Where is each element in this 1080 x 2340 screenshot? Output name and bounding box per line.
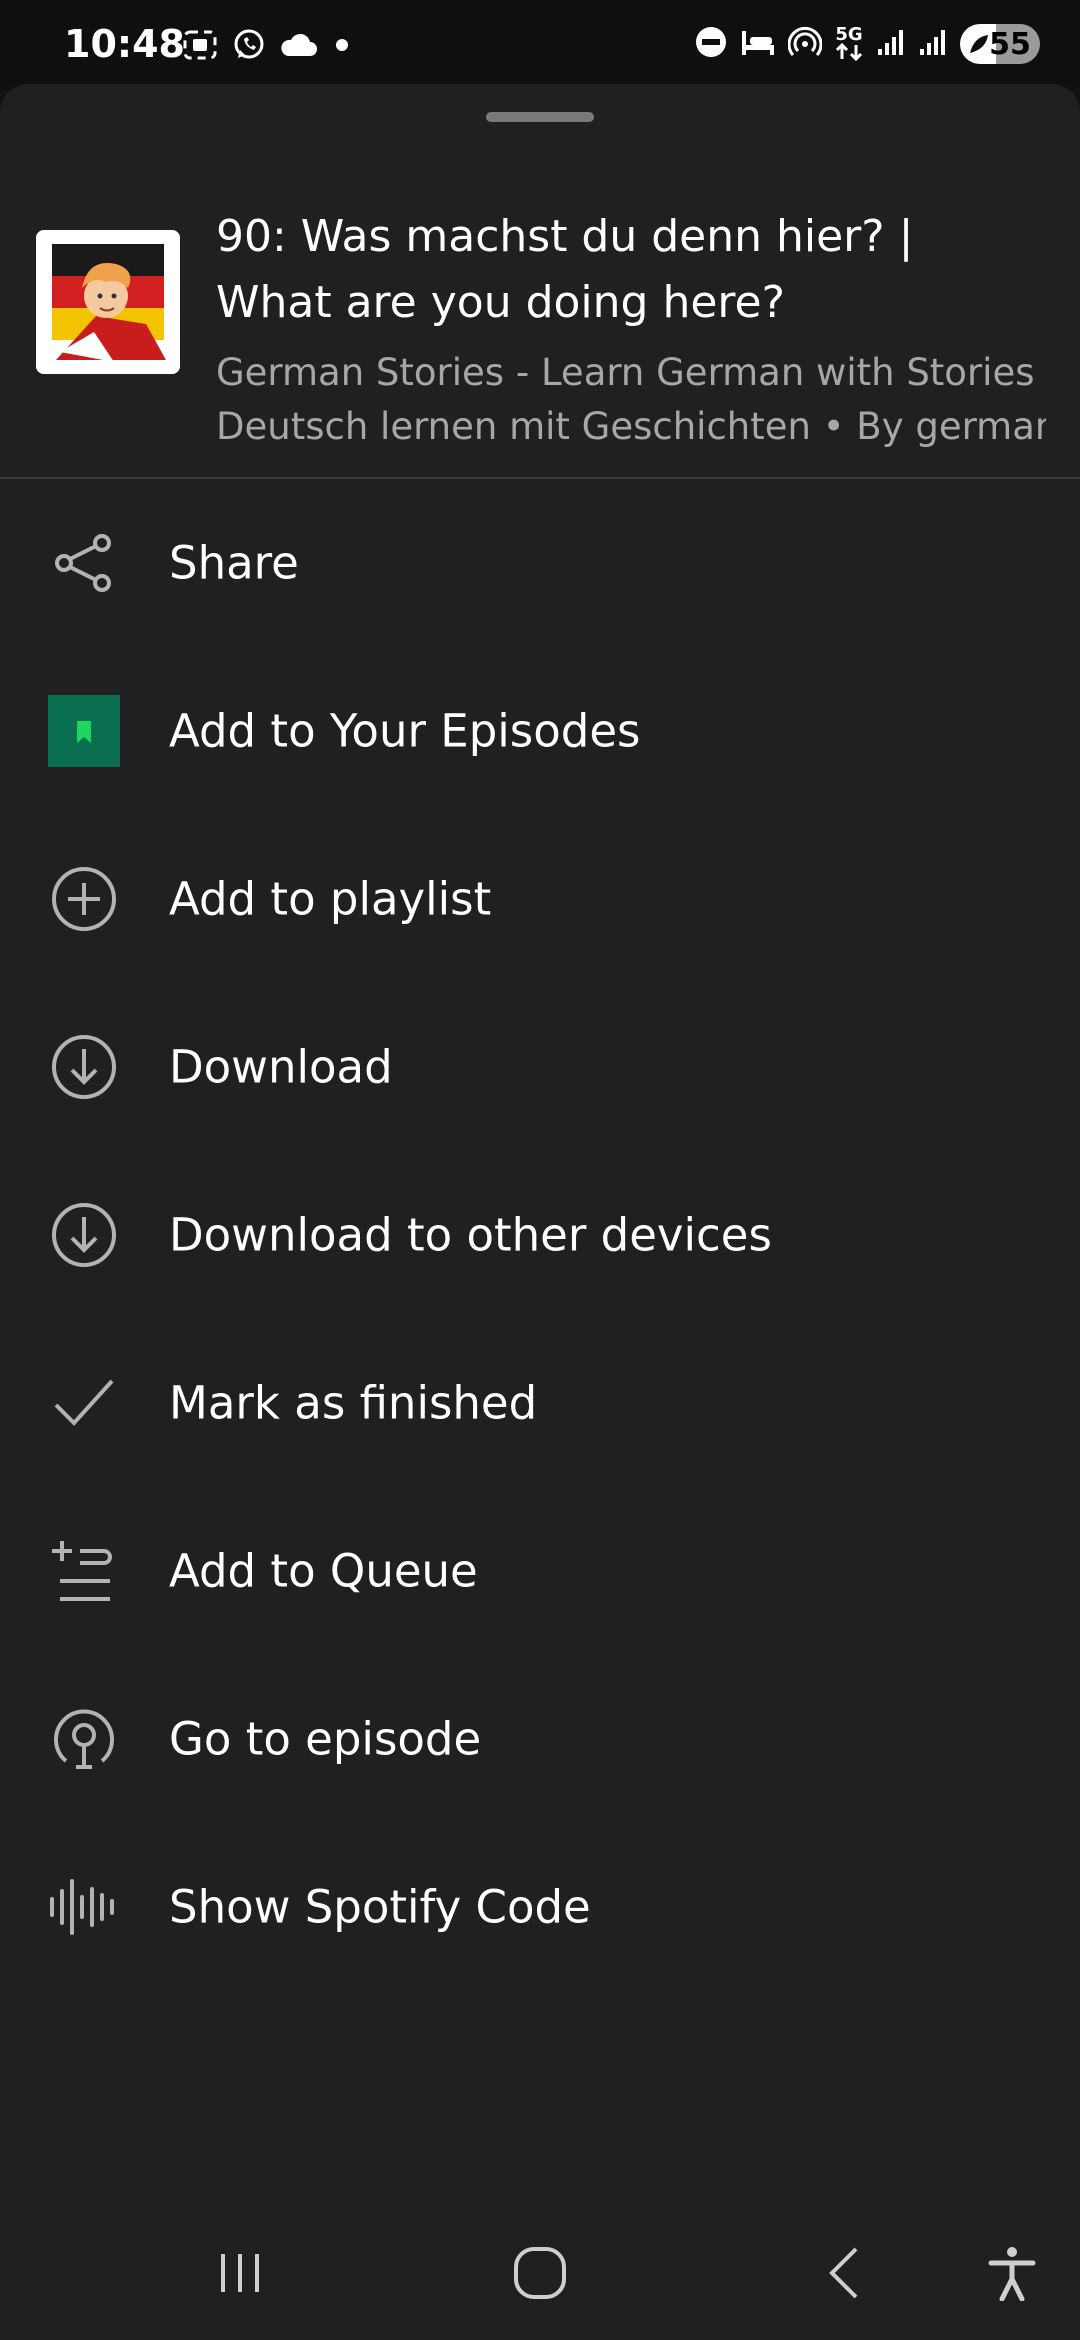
download-icon <box>48 1031 120 1103</box>
bookmark-icon <box>48 695 120 767</box>
episode-subtitle: German Stories - Learn German with Stori… <box>216 346 1046 454</box>
hotspot-icon <box>787 25 823 63</box>
add-queue-icon <box>48 1535 120 1607</box>
menu-item-share[interactable]: Share <box>0 479 1080 647</box>
menu-item-add-to-your-episodes[interactable]: Add to Your Episodes <box>0 647 1080 815</box>
menu-item-mark-as-finished[interactable]: Mark as finished <box>0 1319 1080 1487</box>
sheet-drag-handle[interactable] <box>486 112 594 122</box>
episode-subtitle-line: German Stories - Learn German with Stori… <box>216 351 1046 394</box>
episode-subtitle-line: Deutsch lernen mit Geschichten • By germ… <box>216 405 1046 448</box>
menu-item-label: Share <box>169 536 299 590</box>
menu-item-show-spotify-code[interactable]: Show Spotify Code <box>0 1823 1080 1991</box>
share-icon <box>48 527 120 599</box>
menu-item-add-to-queue[interactable]: Add to Queue <box>0 1487 1080 1655</box>
episode-title: 90: Was machst du denn hier? | What are … <box>216 211 914 328</box>
menu-item-label: Add to Your Episodes <box>169 704 641 758</box>
home-button[interactable] <box>500 2240 580 2310</box>
plus-circle-icon <box>48 863 120 935</box>
menu-item-add-to-playlist[interactable]: Add to playlist <box>0 815 1080 983</box>
accessibility-icon <box>987 2245 1037 2305</box>
status-time: 10:48 <box>64 22 185 66</box>
download-icon <box>48 1199 120 1271</box>
episode-header: 90: Was machst du denn hier? | What are … <box>0 174 1080 479</box>
menu-item-label: Download <box>169 1040 393 1094</box>
menu-item-go-to-episode[interactable]: Go to episode <box>0 1655 1080 1823</box>
screen: 10:48 5G 55 90: Was machst du denn hier?… <box>0 0 1080 2340</box>
menu-item-label: Add to playlist <box>169 872 492 926</box>
back-button[interactable] <box>804 2240 884 2310</box>
signal-icon-2 <box>918 27 948 61</box>
notification-dot-icon <box>332 35 352 59</box>
status-right-icons: 5G 55 <box>694 24 1040 64</box>
sleep-mode-icon <box>740 27 776 61</box>
accessibility-button[interactable] <box>972 2240 1052 2310</box>
signal-icon <box>876 27 906 61</box>
menu-item-download[interactable]: Download <box>0 983 1080 1151</box>
menu-list: Share Add to Your Episodes Add to playli… <box>0 479 1080 1991</box>
recent-apps-button[interactable] <box>200 2240 280 2310</box>
status-bar: 10:48 5G 55 <box>0 0 1080 90</box>
menu-item-label: Add to Queue <box>169 1544 478 1598</box>
system-nav-bar <box>0 2200 1080 2340</box>
battery-indicator: 55 <box>960 24 1040 64</box>
whatsapp-icon <box>232 28 266 66</box>
recent-apps-icon <box>215 2248 265 2302</box>
menu-item-label: Mark as finished <box>169 1376 538 1430</box>
menu-item-label: Download to other devices <box>169 1208 772 1262</box>
menu-item-download-to-other-devices[interactable]: Download to other devices <box>0 1151 1080 1319</box>
dnd-icon <box>694 25 728 63</box>
context-menu-sheet: 90: Was machst du denn hier? | What are … <box>0 84 1080 2340</box>
spotify-code-icon <box>48 1871 120 1943</box>
check-icon <box>48 1367 120 1439</box>
back-icon <box>822 2245 866 2305</box>
network-5g-icon: 5G <box>834 26 864 61</box>
podcast-cover-art <box>36 230 180 374</box>
screenshot-icon <box>182 29 218 65</box>
home-icon <box>512 2245 568 2305</box>
status-left-icons <box>182 28 352 66</box>
podcast-icon <box>48 1703 120 1775</box>
cloud-icon <box>280 32 318 62</box>
menu-item-label: Show Spotify Code <box>169 1880 591 1934</box>
menu-item-label: Go to episode <box>169 1712 482 1766</box>
battery-level: 55 <box>989 26 1031 62</box>
